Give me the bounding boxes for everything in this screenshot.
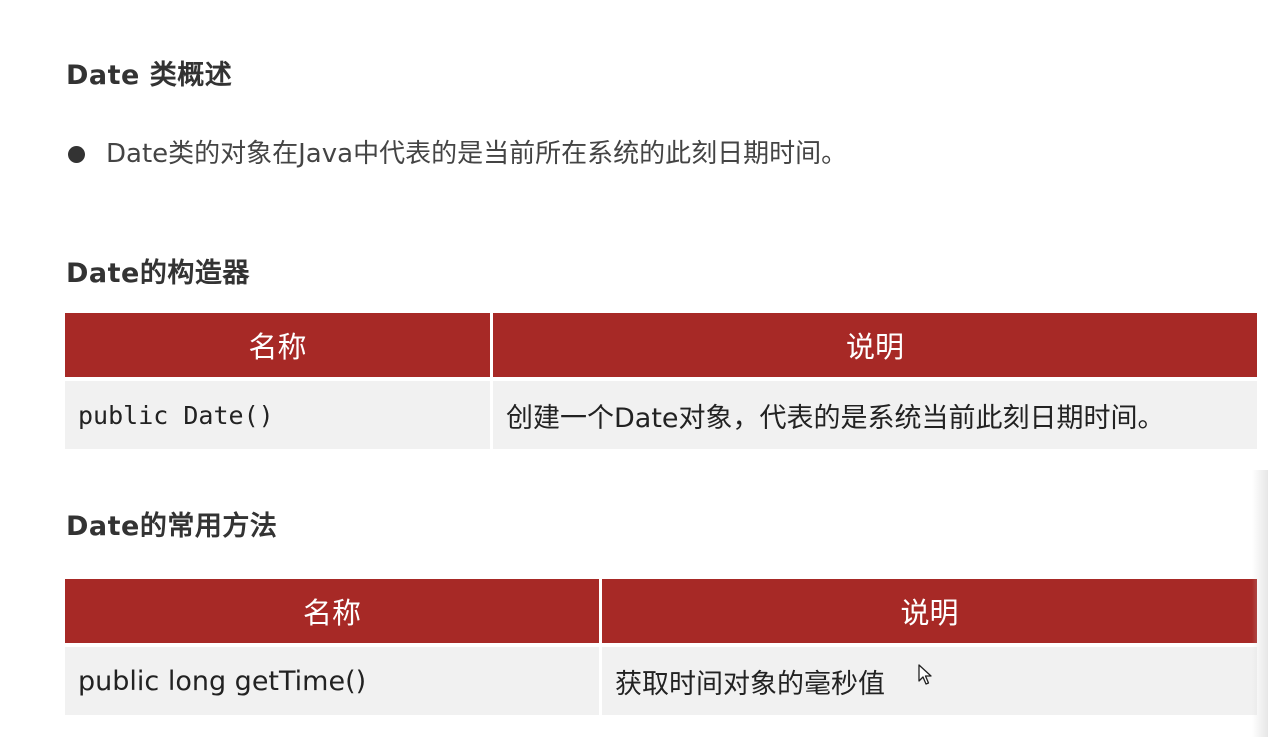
table-header-row: 名称 说明 <box>65 579 1257 643</box>
column-header-description: 说明 <box>602 579 1257 643</box>
constructor-signature-cell: public Date() <box>65 381 490 449</box>
overview-bullet-text: Date类的对象在Java中代表的是当前所在系统的此刻日期时间。 <box>106 139 848 169</box>
column-header-name: 名称 <box>65 313 490 377</box>
bullet-dot-icon <box>68 145 85 163</box>
table-header-row: 名称 说明 <box>65 313 1257 377</box>
overview-bullet-item: Date类的对象在Java中代表的是当前所在系统的此刻日期时间。 <box>66 136 847 172</box>
column-header-name: 名称 <box>65 579 599 643</box>
methods-table: 名称 说明 public long getTime() 获取时间对象的毫秒值 <box>65 579 1257 715</box>
mouse-pointer-icon <box>918 664 932 685</box>
method-signature-cell: public long getTime() <box>65 647 599 715</box>
methods-heading: Date的常用方法 <box>66 511 278 542</box>
column-header-description: 说明 <box>493 313 1257 377</box>
constructors-heading: Date的构造器 <box>66 258 250 289</box>
table-row: public long getTime() 获取时间对象的毫秒值 <box>65 647 1257 715</box>
table-row: public Date() 创建一个Date对象，代表的是系统当前此刻日期时间。 <box>65 381 1257 449</box>
overview-heading: Date 类概述 <box>66 60 233 91</box>
constructors-table: 名称 说明 public Date() 创建一个Date对象，代表的是系统当前此… <box>65 313 1257 449</box>
constructor-description-cell: 创建一个Date对象，代表的是系统当前此刻日期时间。 <box>493 381 1257 449</box>
window-edge-shadow <box>1252 470 1268 737</box>
